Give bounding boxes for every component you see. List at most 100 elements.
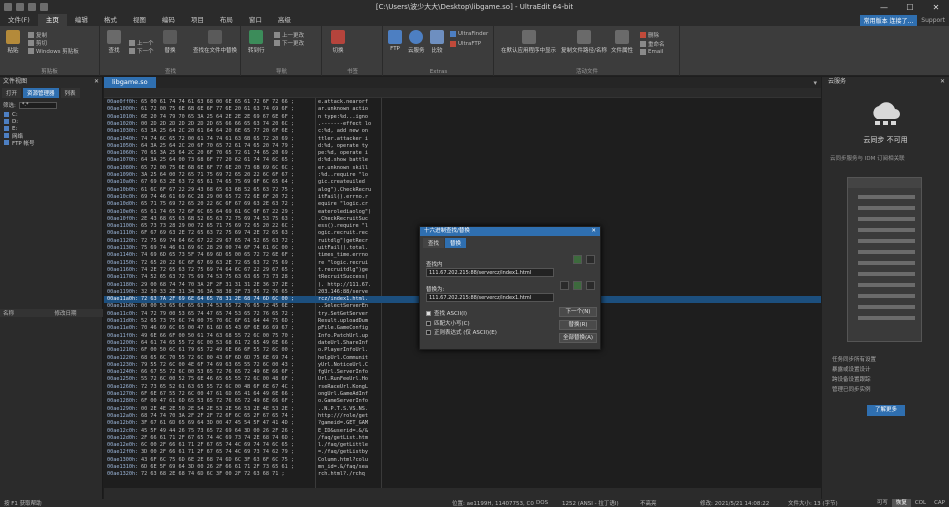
hex-row[interactable]: 00ae12d0h: 2F 66 61 71 2F 67 65 74 4C 69 … — [104, 435, 821, 442]
status-highlight[interactable]: 不高亮 — [640, 499, 657, 507]
ribbon-tab-5[interactable]: 编码 — [154, 14, 183, 26]
hex-row[interactable]: 00ae10d0h: 65 71 75 69 72 65 20 22 6C 6F … — [104, 201, 821, 208]
ribbon-tab-2[interactable]: 编辑 — [67, 14, 96, 26]
file-properties-button[interactable]: 文件属性 — [611, 30, 633, 54]
column-name[interactable]: 名称 — [0, 309, 52, 317]
copy-file-path-button[interactable]: 复制文件路径/名称 — [561, 30, 607, 54]
hex-row[interactable]: 00ae12c0h: 45 5F 49 44 26 75 73 65 72 69 … — [104, 428, 821, 435]
learn-more-button[interactable]: 了解更多 — [867, 405, 905, 416]
minimize-button[interactable]: — — [871, 0, 897, 14]
hex-row[interactable]: 00ae1010h: 6E 20 74 79 70 65 3A 25 64 2E … — [104, 114, 821, 121]
horizontal-scrollbar[interactable] — [104, 488, 821, 499]
replace-one-button[interactable]: 替换(R) — [559, 320, 597, 330]
find-prev-button[interactable]: 上一个 — [129, 39, 154, 47]
hex-row[interactable]: 00ae1040h: 74 74 6C 65 72 00 61 74 74 61 … — [104, 136, 821, 143]
find-options-icon[interactable] — [586, 255, 595, 264]
goto-line-button[interactable]: 转到行 — [248, 30, 265, 54]
tab-explorer[interactable]: 资源管理器 — [23, 88, 59, 98]
hex-row[interactable]: 00ae1300h: 43 6F 6C 75 6D 6E 2E 68 74 6D … — [104, 457, 821, 464]
close-icon[interactable]: ✕ — [94, 77, 99, 87]
ribbon-tab-8[interactable]: 窗口 — [241, 14, 270, 26]
find-history-icon[interactable] — [573, 255, 582, 264]
drive-item[interactable]: C: — [0, 111, 102, 118]
filter-input[interactable]: *.* — [18, 101, 57, 109]
rename-button[interactable]: 重命名 — [640, 40, 665, 48]
mode-restore[interactable]: 恢复 — [891, 499, 911, 507]
tab-replace[interactable]: 替换 — [445, 238, 467, 248]
hex-row[interactable]: 00ae10f0h: 2E 43 68 65 63 6B 52 65 63 72 … — [104, 216, 821, 223]
ultraftp-button[interactable]: UltraFTP — [450, 41, 481, 47]
option-regex[interactable]: 正则表达式 (仅 ASCII)(E) — [426, 328, 497, 336]
ribbon-tab-3[interactable]: 格式 — [96, 14, 125, 26]
ribbon-tab-1[interactable]: 主页 — [37, 14, 67, 26]
find-button[interactable]: 查找 — [107, 30, 121, 54]
close-button[interactable]: ✕ — [923, 0, 949, 14]
option-match-case[interactable]: 匹配大小写(C) — [426, 319, 470, 327]
hex-row[interactable]: 00ae10e0h: 65 61 74 65 72 6F 6C 65 64 69 … — [104, 209, 821, 216]
hex-row[interactable]: 00ae1220h: 68 65 6C 70 55 72 6C 00 43 6F … — [104, 355, 821, 362]
mode-writable[interactable]: 可写 — [873, 499, 892, 507]
ribbon-tab-7[interactable]: 布局 — [212, 14, 241, 26]
find-in-files-button[interactable]: 查找在文件中替换 — [193, 30, 237, 54]
hex-row[interactable]: 00ae1260h: 72 73 65 52 61 63 65 55 72 6C … — [104, 384, 821, 391]
hex-row[interactable]: 00ae12a0h: 68 74 74 70 3A 2F 2F 2F 72 6F … — [104, 413, 821, 420]
cloud-services-button[interactable]: 云服务 — [408, 30, 425, 54]
ribbon-tab-0[interactable]: 文件(F) — [0, 14, 38, 26]
hex-row[interactable]: 00ae12b0h: 3F 67 61 6D 65 69 64 3D 00 47 … — [104, 420, 821, 427]
ribbon-tab-9[interactable]: 高级 — [270, 14, 299, 26]
column-modified[interactable]: 修改日期 — [52, 309, 104, 317]
hex-row[interactable]: 00ae1320h: 72 63 68 2E 68 74 6D 6C 3F 00 … — [104, 471, 821, 478]
paste-button[interactable]: 粘贴 — [6, 30, 20, 54]
replace-input[interactable]: 111.67.202.215:88/servercz/index1.html — [426, 293, 554, 302]
compare-button[interactable]: 比较 — [430, 30, 444, 54]
tab-find[interactable]: 查找 — [423, 238, 445, 248]
tab-list[interactable]: 列表 — [60, 88, 80, 98]
close-icon[interactable]: ✕ — [940, 77, 945, 87]
cut-button[interactable]: 剪切 — [28, 39, 47, 47]
tab-list-icon[interactable]: ▾ — [813, 79, 817, 87]
hex-row[interactable]: 00ae1000h: 61 72 00 75 6E 6B 6E 6F 77 6E … — [104, 106, 821, 113]
find-next-button[interactable]: 下一个 — [129, 47, 154, 55]
hex-row[interactable]: 00ae10c0h: 69 74 46 61 69 6C 28 29 00 65 … — [104, 194, 821, 201]
next-change-button[interactable]: 下一更改 — [274, 39, 304, 47]
find-next-button[interactable]: 下一个(N) — [559, 307, 597, 317]
email-button[interactable]: Email — [640, 49, 663, 55]
hex-row[interactable]: 00ae1250h: 55 72 6C 00 52 75 6E 46 65 65 … — [104, 376, 821, 383]
ribbon-tab-4[interactable]: 视图 — [125, 14, 154, 26]
hex-row[interactable]: 00ae10b0h: 61 6C 6F 67 22 29 43 68 65 63 … — [104, 187, 821, 194]
find-input[interactable]: 111.67.202.215:88/servercz/index1.html — [426, 268, 554, 277]
windows-clipboard-button[interactable]: Windows 剪贴板 — [28, 47, 79, 55]
hex-row[interactable]: 00ae1020h: 00 2D 2D 2D 2D 2D 2D 2D 65 66 … — [104, 121, 821, 128]
support-link[interactable]: Support — [921, 17, 945, 24]
tab-open[interactable]: 打开 — [2, 88, 22, 98]
prev-change-button[interactable]: 上一更改 — [274, 31, 304, 39]
hex-row[interactable]: 00ae0ff0h: 65 00 61 74 74 61 63 68 00 6E … — [104, 99, 821, 106]
mode-col[interactable]: COL — [911, 499, 930, 507]
ftp-button[interactable]: FTP — [388, 30, 402, 52]
toggle-bookmark-button[interactable]: 切换 — [331, 30, 345, 54]
delete-button[interactable]: 删除 — [640, 31, 659, 39]
dialog-close-icon[interactable]: ✕ — [591, 227, 596, 236]
pinned-notice[interactable]: 常用版本 连接了... — [859, 14, 918, 26]
document-tab-libgame[interactable]: libgame.so — [104, 77, 156, 88]
ribbon-tab-6[interactable]: 项目 — [183, 14, 212, 26]
hex-row[interactable]: 00ae12e0h: 6C 00 2F 66 61 71 2F 67 65 74 … — [104, 442, 821, 449]
show-in-default-app-button[interactable]: 在默认应用程序中显示 — [501, 30, 556, 54]
drive-item[interactable]: D: — [0, 118, 102, 125]
hex-row[interactable]: 00ae1050h: 64 3A 25 64 2C 20 6F 70 65 72 … — [104, 143, 821, 150]
hex-row[interactable]: 00ae1060h: 70 65 3A 25 64 2C 20 6F 70 65 … — [104, 150, 821, 157]
hex-row[interactable]: 00ae1240h: 66 67 55 72 6C 00 53 65 72 76 … — [104, 369, 821, 376]
replace-options-icon[interactable] — [586, 281, 595, 290]
drive-item[interactable]: FTP 帐号 — [0, 139, 102, 147]
replace-button[interactable]: 替换 — [163, 30, 177, 54]
hex-row[interactable]: 00ae1090h: 3A 25 64 00 72 65 71 75 69 72 … — [104, 172, 821, 179]
hex-row[interactable]: 00ae1270h: 6F 6E 67 55 72 6C 00 47 61 6D … — [104, 391, 821, 398]
hex-row[interactable]: 00ae1280h: 6F 00 47 61 6D 65 53 65 72 76 … — [104, 398, 821, 405]
hex-row[interactable]: 00ae1030h: 63 3A 25 64 2C 20 61 64 64 20 … — [104, 128, 821, 135]
hex-row[interactable]: 00ae1310h: 6D 6E 5F 69 64 3D 00 26 2F 66 … — [104, 464, 821, 471]
replace-dropdown-icon[interactable] — [560, 281, 569, 290]
replace-history-icon[interactable] — [573, 281, 582, 290]
hex-row[interactable]: 00ae1080h: 65 72 00 75 6E 6B 6E 6F 77 6E … — [104, 165, 821, 172]
copy-button[interactable]: 复制 — [28, 31, 47, 39]
hex-row[interactable]: 00ae1070h: 64 3A 25 64 00 73 68 6F 77 20 … — [104, 157, 821, 164]
